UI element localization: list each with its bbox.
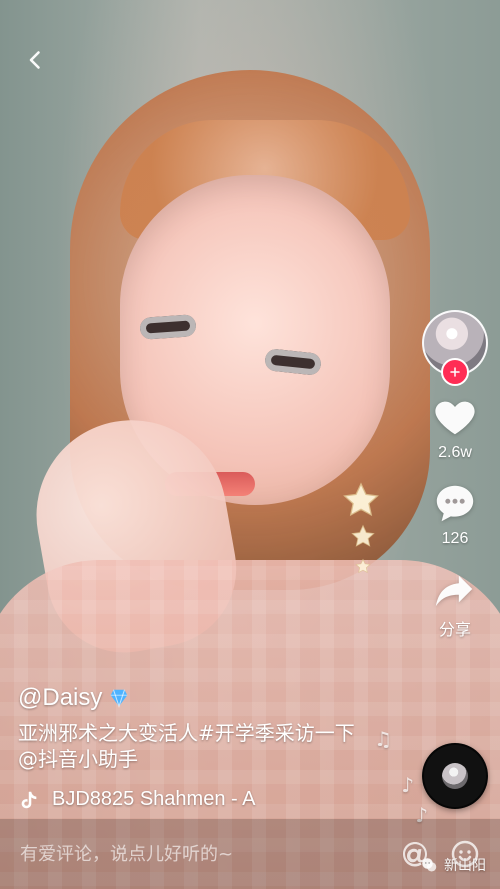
caption-line-1: 亚洲邪术之大变活人#开学季采访一下: [18, 721, 355, 745]
username[interactable]: @Daisy: [18, 684, 102, 712]
video-left-eye-shape: [139, 314, 197, 340]
right-action-column: 2.6w 126 分享: [420, 310, 490, 640]
watermark: 新山阳: [420, 855, 486, 875]
share-label: 分享: [438, 622, 471, 639]
star-earring-small-icon: [351, 524, 375, 547]
share-arrow-icon: [435, 575, 473, 607]
post-meta: @Daisy 亚洲邪术之大变活人#开学季采访一下 @抖音小助手 BJD8825 …: [18, 684, 428, 811]
back-button[interactable]: [20, 38, 50, 82]
comment-bar: [0, 819, 500, 889]
music-note-icon: ♫: [374, 727, 392, 751]
creator-avatar-button[interactable]: [422, 310, 488, 386]
comment-bubble-icon: [436, 485, 474, 522]
music-disc[interactable]: [422, 743, 488, 809]
comment-count: 126: [441, 530, 469, 547]
music-text: BJD8825 Shahmen - A: [52, 788, 256, 810]
star-earring-tiny-icon: [355, 558, 371, 574]
music-note-icon-2: ♪: [401, 773, 414, 797]
heart-icon: [435, 401, 475, 435]
like-count: 2.6w: [438, 444, 472, 461]
caption-line-2[interactable]: @抖音小助手: [18, 746, 428, 772]
comment-action[interactable]: 126: [432, 480, 478, 548]
star-earring-icon: [343, 482, 379, 517]
comment-input[interactable]: [18, 842, 398, 866]
watermark-text: 新山阳: [444, 858, 486, 874]
username-row[interactable]: @Daisy: [18, 684, 428, 712]
caption: 亚洲邪术之大变活人#开学季采访一下 @抖音小助手: [18, 720, 428, 772]
disc-center: [442, 763, 468, 789]
wechat-icon: [422, 858, 437, 872]
tiktok-note-icon: [21, 791, 37, 808]
chevron-left-icon: [29, 51, 40, 69]
diamond-icon: [111, 689, 128, 708]
like-action[interactable]: 2.6w: [432, 394, 478, 462]
plus-icon: [450, 367, 460, 377]
app-screen: 2.6w 126 分享 @Daisy 亚洲邪术之大变活人#开学季采访一下 @抖音…: [0, 0, 500, 889]
music-row[interactable]: BJD8825 Shahmen - A: [18, 788, 428, 811]
share-action[interactable]: 分享: [432, 566, 478, 640]
follow-button[interactable]: [441, 358, 469, 386]
